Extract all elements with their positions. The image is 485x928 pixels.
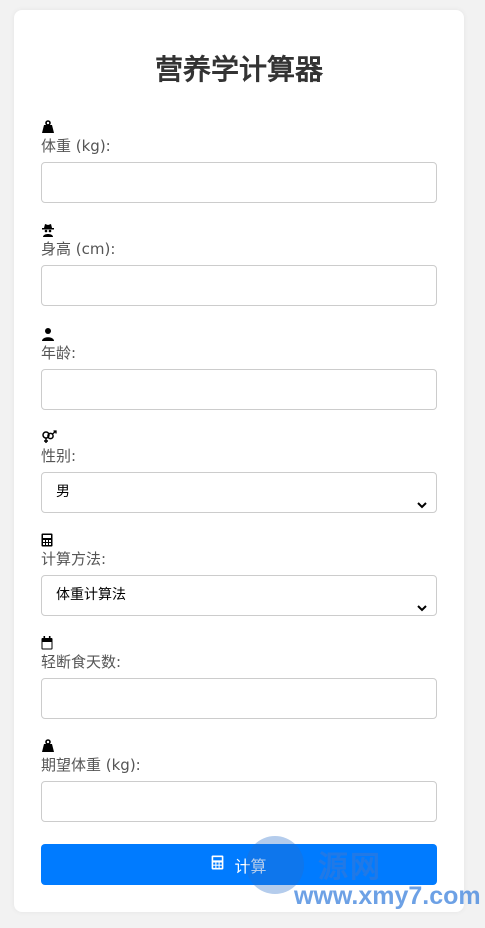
weight-icon	[41, 120, 437, 136]
weight-input[interactable]	[41, 162, 437, 203]
method-label: 计算方法:	[41, 550, 107, 568]
gender-select[interactable]: 男	[41, 472, 437, 513]
target-weight-label: 期望体重 (kg):	[41, 756, 141, 774]
fasting-days-input[interactable]	[41, 678, 437, 719]
gender-selected-value: 男	[56, 484, 70, 500]
calculate-button-label: 计算	[234, 856, 267, 876]
page-title: 营养学计算器	[154, 53, 323, 86]
venus-mars-icon	[41, 430, 437, 446]
method-selected-value: 体重计算法	[56, 587, 126, 603]
method-select[interactable]: 体重计算法	[41, 575, 437, 616]
calculator-icon	[41, 533, 437, 549]
fasting-days-label: 轻断食天数:	[41, 653, 122, 671]
height-input[interactable]	[41, 265, 437, 306]
calculate-button[interactable]: 计算	[41, 844, 437, 885]
age-label: 年龄:	[41, 344, 77, 362]
height-label: 身高 (cm):	[41, 240, 116, 258]
target-weight-input[interactable]	[41, 781, 437, 822]
chevron-down-icon	[416, 487, 428, 526]
height-field: 身高 (cm):	[41, 223, 437, 306]
calculator-card: 营养学计算器 体重 (kg): 身高 (cm): 年龄: 性别: 男 计算方法:…	[14, 10, 464, 912]
calendar-icon	[41, 636, 437, 652]
age-field: 年龄:	[41, 327, 437, 410]
fasting-days-field: 轻断食天数:	[41, 636, 437, 719]
method-field: 计算方法: 体重计算法	[41, 533, 437, 616]
age-input[interactable]	[41, 369, 437, 410]
weight-label: 体重 (kg):	[41, 137, 111, 155]
user-icon	[41, 327, 437, 343]
user-secret-icon	[41, 223, 437, 239]
target-weight-field: 期望体重 (kg):	[41, 739, 437, 822]
chevron-down-icon	[416, 590, 428, 629]
weight-field: 体重 (kg):	[41, 120, 437, 203]
gender-field: 性别: 男	[41, 430, 437, 513]
gender-label: 性别:	[41, 447, 77, 465]
weight-icon	[41, 739, 437, 755]
calculator-icon	[211, 855, 224, 874]
